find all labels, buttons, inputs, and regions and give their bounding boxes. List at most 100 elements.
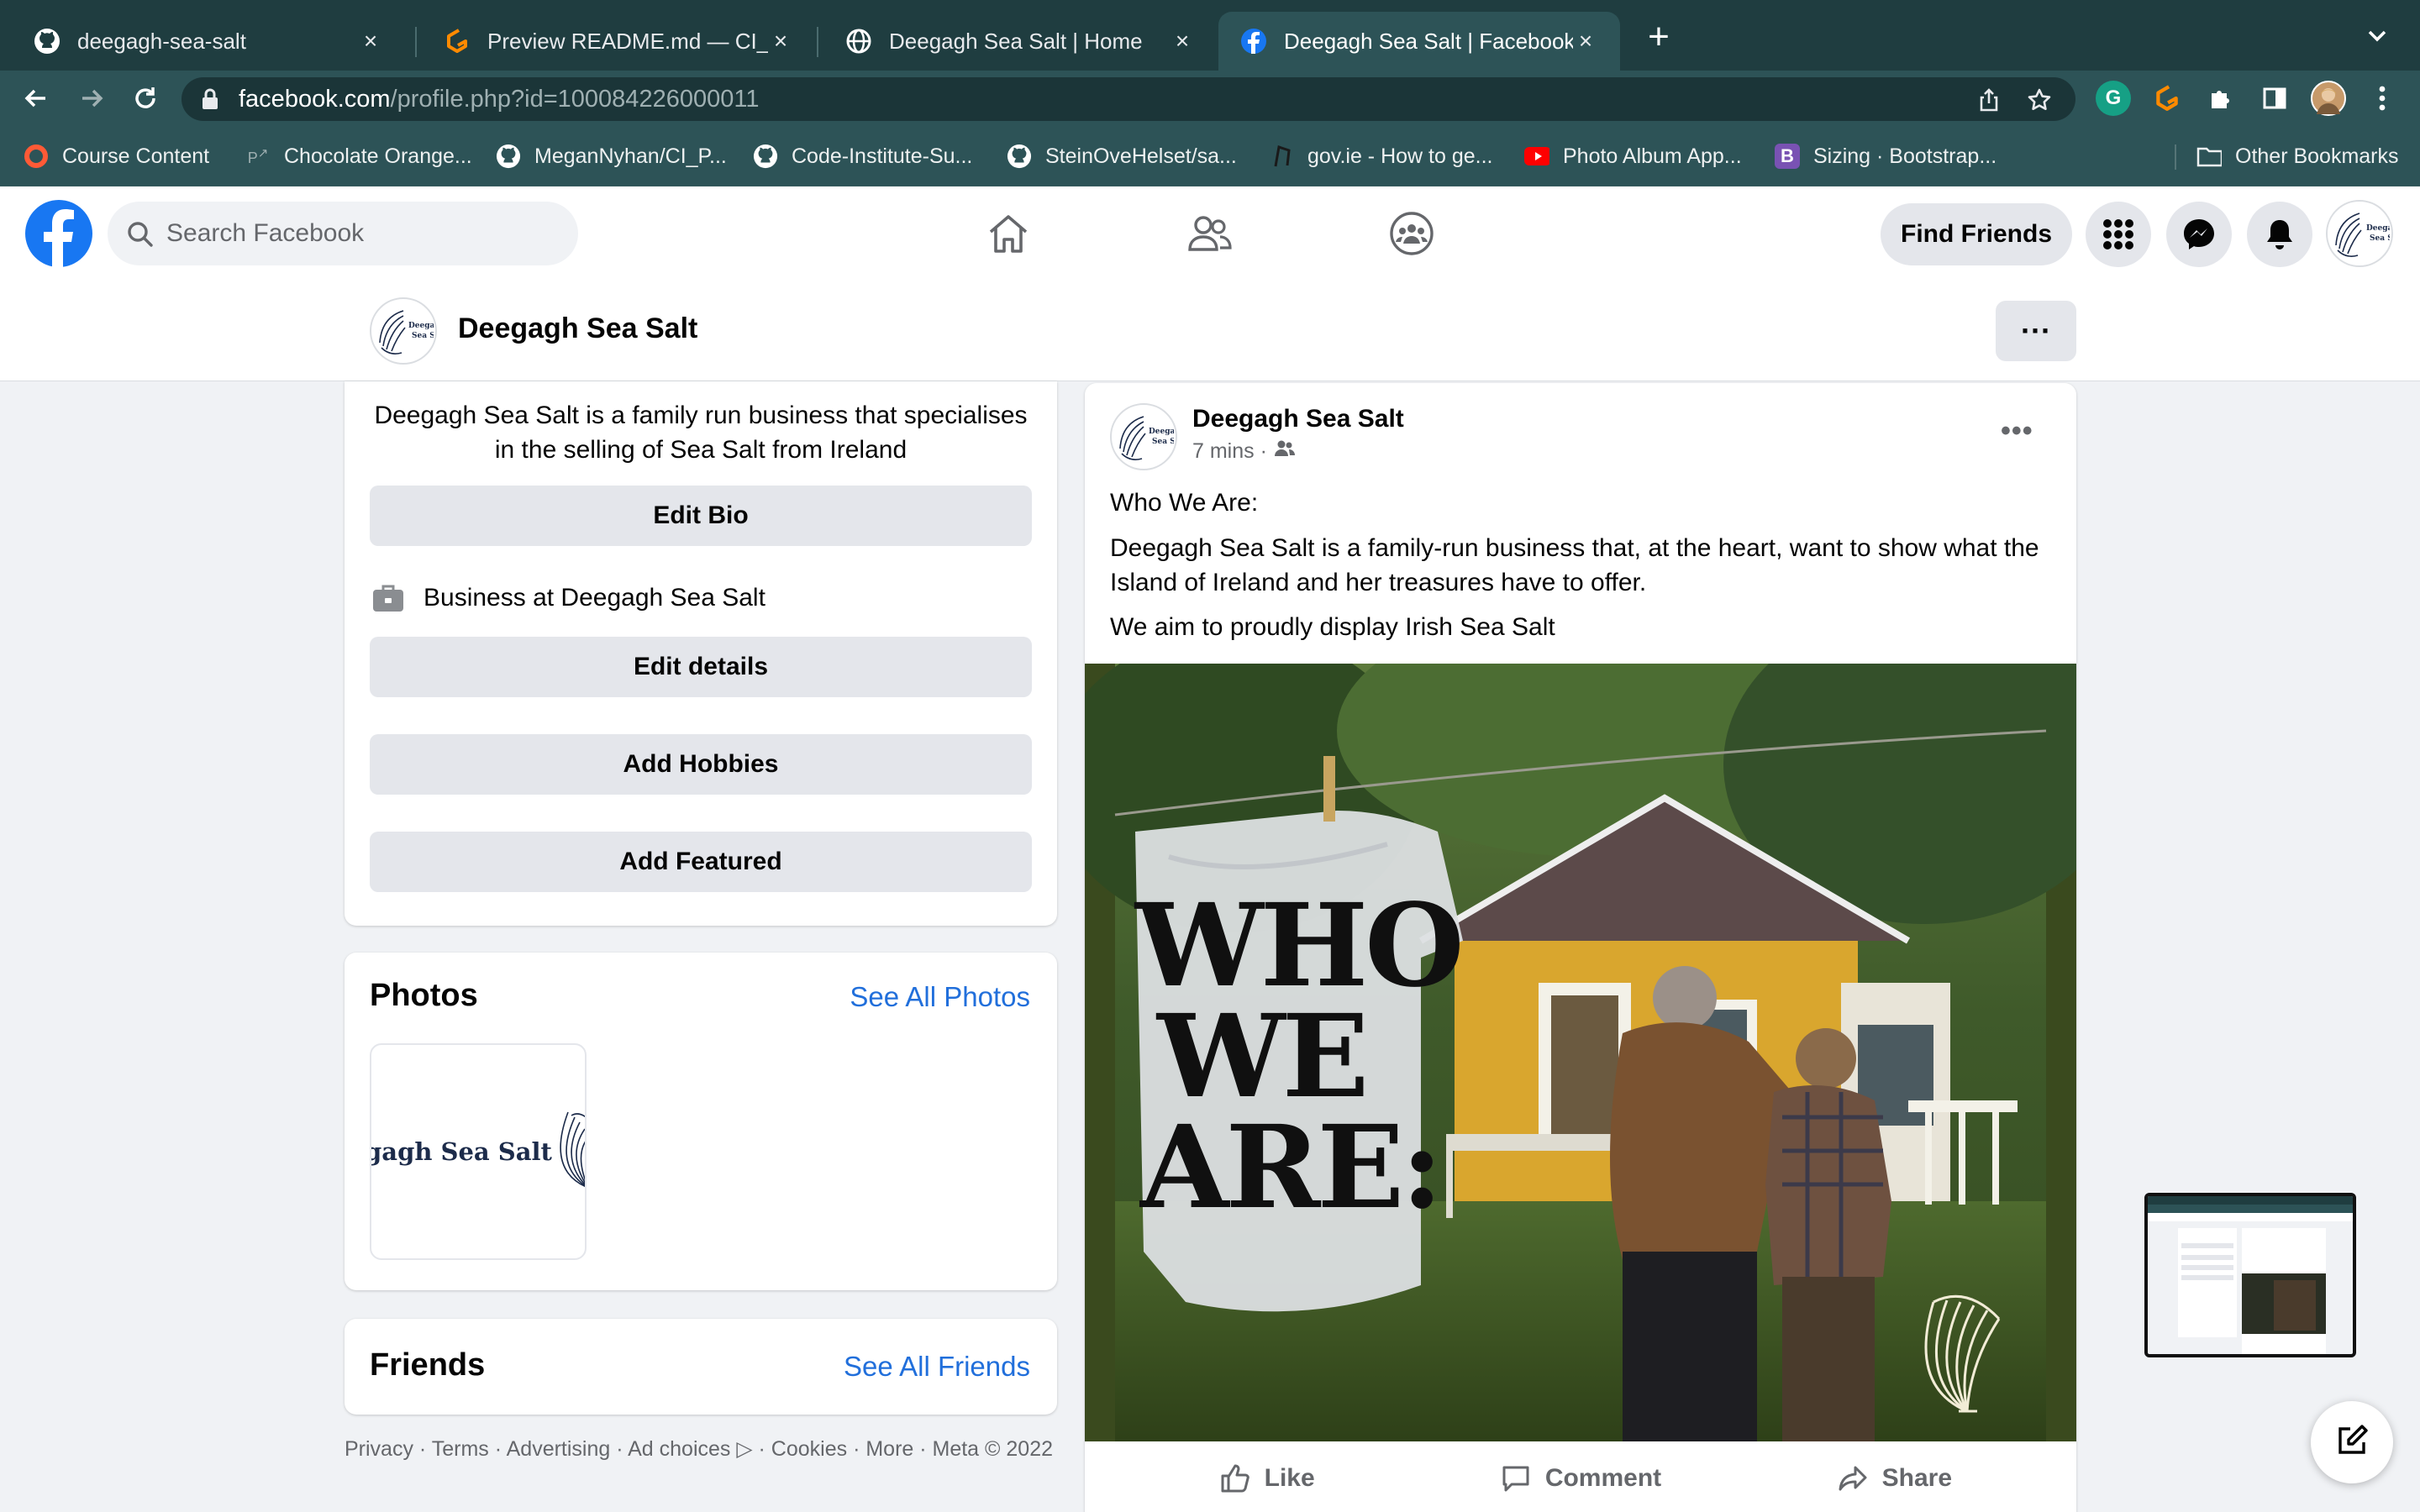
- svg-text:Deegagh: Deegagh: [408, 322, 434, 330]
- other-bookmarks-label: Other Bookmarks: [2235, 144, 2399, 168]
- bookmark-photo-album[interactable]: Photo Album App...: [1524, 141, 1742, 171]
- footer-links[interactable]: Privacy · Terms · Advertising · Ad choic…: [345, 1435, 1057, 1463]
- photo-thumbnail[interactable]: gagh Sea Salt: [370, 1043, 587, 1260]
- see-all-friends-link[interactable]: See All Friends: [844, 1351, 1030, 1383]
- search-input[interactable]: [166, 202, 561, 265]
- search-icon: [126, 220, 155, 253]
- puzzle-extensions-icon[interactable]: [2203, 81, 2238, 116]
- tab-close-icon[interactable]: ×: [1573, 28, 1598, 55]
- share-label: Share: [1881, 1464, 1953, 1492]
- home-icon[interactable]: [983, 208, 1034, 259]
- tab-search-chevron-icon[interactable]: [2366, 25, 2388, 53]
- harp-icon: [1269, 144, 1294, 169]
- browser-profile-avatar[interactable]: [2311, 81, 2346, 116]
- bookmark-label: gov.ie - How to ge...: [1307, 144, 1493, 168]
- forward-arrow-icon[interactable]: [72, 79, 111, 118]
- post-time[interactable]: 7 mins ·: [1192, 439, 1267, 464]
- gitpod-extension-icon[interactable]: [2149, 81, 2185, 116]
- search-box[interactable]: [108, 202, 578, 265]
- other-bookmarks[interactable]: Other Bookmarks: [2196, 141, 2399, 171]
- bookmarks-separator: [2175, 144, 2176, 170]
- notifications-bell-icon[interactable]: [2247, 202, 2312, 267]
- back-arrow-icon[interactable]: [17, 79, 55, 118]
- messenger-icon[interactable]: [2166, 202, 2232, 267]
- bookmark-chocolate-orange[interactable]: P↗ Chocolate Orange...: [245, 141, 472, 171]
- side-panel-icon[interactable]: [2257, 81, 2292, 116]
- github-icon: [753, 144, 778, 169]
- post-body: Deegagh Sea Salt is a family-run busines…: [1110, 534, 2039, 596]
- bookmark-course-content[interactable]: Course Content: [24, 141, 209, 171]
- add-hobbies-button[interactable]: Add Hobbies: [370, 734, 1032, 795]
- tab-readme[interactable]: Preview README.md — CI_PP5 ×: [422, 12, 815, 71]
- profile-more-button[interactable]: ···: [1996, 301, 2076, 361]
- bookmark-star-icon[interactable]: [2027, 87, 2052, 117]
- github-icon: [1007, 144, 1032, 169]
- reload-icon[interactable]: [126, 79, 165, 118]
- edit-bio-button[interactable]: Edit Bio: [370, 486, 1032, 546]
- like-button[interactable]: Like: [1110, 1445, 1423, 1512]
- see-all-photos-link[interactable]: See All Photos: [850, 981, 1030, 1013]
- like-label: Like: [1264, 1464, 1315, 1492]
- bookmark-bootstrap[interactable]: B Sizing · Bootstrap...: [1775, 141, 1996, 171]
- post-options-icon[interactable]: •••: [2001, 415, 2033, 448]
- facebook-icon: [1240, 28, 1267, 55]
- comment-label: Comment: [1544, 1464, 1662, 1492]
- friends-icon[interactable]: [1185, 208, 1235, 259]
- bookmark-label: Chocolate Orange...: [284, 144, 472, 168]
- globe-icon: [845, 28, 872, 55]
- tab-github[interactable]: deegagh-sea-salt ×: [12, 12, 405, 71]
- share-button[interactable]: Share: [1738, 1445, 2051, 1512]
- bookmark-label: SteinOveHelset/sa...: [1045, 144, 1237, 168]
- new-tab-button[interactable]: +: [1642, 18, 1676, 55]
- address-bar[interactable]: facebook.com/profile.php?id=100084226000…: [182, 77, 2075, 121]
- briefcase-icon: [370, 580, 407, 617]
- lock-icon[interactable]: [200, 87, 220, 115]
- tab-facebook[interactable]: Deegagh Sea Salt | Facebook ×: [1218, 12, 1620, 71]
- folder-icon: [2196, 144, 2222, 169]
- post-actions: Like Comment Share: [1110, 1445, 2051, 1512]
- browser-tab-strip: deegagh-sea-salt × Preview README.md — C…: [0, 0, 2420, 71]
- tab-title: deegagh-sea-salt: [77, 28, 246, 54]
- post-heading: Who We Are:: [1110, 489, 1259, 517]
- bookmark-gov-ie[interactable]: gov.ie - How to ge...: [1269, 141, 1492, 171]
- post-image[interactable]: WHO WE ARE:: [1085, 664, 2076, 1441]
- post-author-avatar[interactable]: Deegagh Sea Salt: [1110, 403, 1177, 470]
- facebook-header: Find Friends DeegaghSea Salt: [0, 186, 2420, 281]
- github-icon: [496, 144, 521, 169]
- thumbs-up-icon: [1219, 1462, 1251, 1494]
- find-friends-button[interactable]: Find Friends: [1881, 203, 2072, 265]
- photos-card: Photos See All Photos gagh Sea Salt: [345, 953, 1057, 1290]
- friends-card: Friends See All Friends: [345, 1319, 1057, 1415]
- url-path: /profile.php?id=100084226000011: [390, 86, 760, 113]
- kebab-menu-icon[interactable]: [2365, 81, 2400, 116]
- groups-icon[interactable]: [1386, 208, 1437, 259]
- friends-title: Friends: [370, 1347, 486, 1383]
- bookmark-steinovehelset[interactable]: SteinOveHelset/sa...: [1007, 141, 1237, 171]
- account-avatar[interactable]: DeegaghSea Salt: [2326, 200, 2393, 267]
- bookmark-label: Photo Album App...: [1563, 144, 1742, 168]
- bookmark-megannyhan[interactable]: MeganNyhan/CI_P...: [496, 141, 727, 171]
- menu-grid-icon[interactable]: [2086, 202, 2151, 267]
- comment-button[interactable]: Comment: [1423, 1445, 1737, 1512]
- grammarly-icon[interactable]: G: [2096, 81, 2131, 116]
- svg-text:Deegagh: Deegagh: [1149, 428, 1174, 436]
- share-icon[interactable]: [1976, 87, 2002, 117]
- svg-text:Deegagh: Deegagh: [2366, 224, 2390, 233]
- profile-avatar[interactable]: Deegagh Sea Salt: [370, 297, 437, 365]
- tab-close-icon[interactable]: ×: [1170, 28, 1195, 55]
- bookmark-code-institute[interactable]: Code-Institute-Su...: [753, 141, 972, 171]
- new-message-button[interactable]: [2311, 1401, 2393, 1483]
- edit-details-button[interactable]: Edit details: [370, 637, 1032, 697]
- post-author-name[interactable]: Deegagh Sea Salt: [1192, 405, 1404, 433]
- tab-separator: [817, 27, 818, 57]
- add-featured-button[interactable]: Add Featured: [370, 832, 1032, 892]
- tab-close-icon[interactable]: ×: [358, 28, 383, 55]
- tab-title: Preview README.md — CI_PP5: [487, 28, 768, 54]
- svg-text:Sea Salt: Sea Salt: [1152, 438, 1174, 446]
- facebook-logo-icon[interactable]: [25, 200, 92, 267]
- overlay-word: WHO: [1135, 879, 1465, 1013]
- tab-home[interactable]: Deegagh Sea Salt | Home ×: [823, 12, 1217, 71]
- friends-audience-icon[interactable]: [1274, 438, 1296, 465]
- screenshot-preview-thumbnail[interactable]: [2144, 1193, 2356, 1357]
- tab-close-icon[interactable]: ×: [768, 28, 793, 55]
